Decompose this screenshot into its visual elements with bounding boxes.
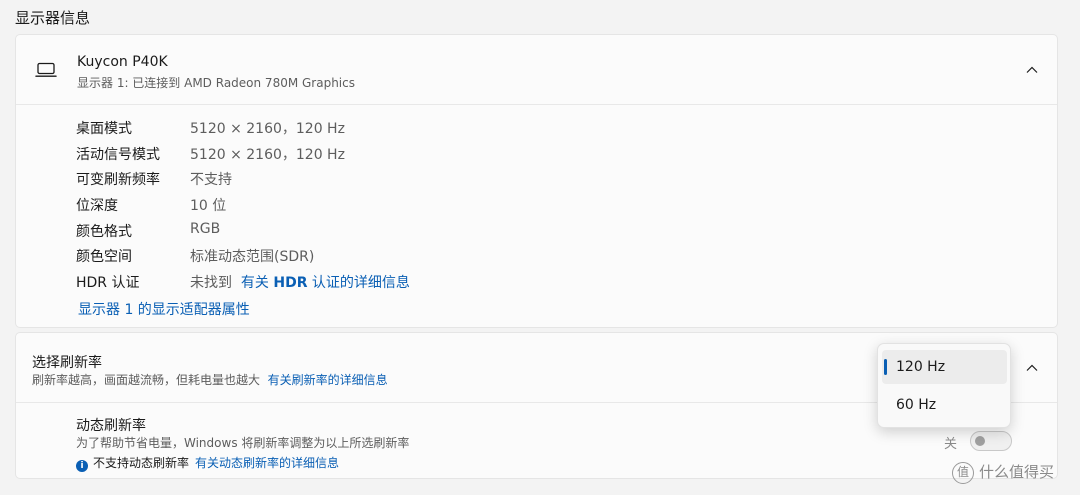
watermark-logo-icon: 值 [952, 461, 974, 484]
info-key: 桌面模式 [76, 121, 132, 137]
monitor-connection: 显示器 1: 已连接到 AMD Radeon 780M Graphics [77, 76, 355, 90]
watermark: 值什么值得买 [952, 461, 1054, 484]
info-key: 位深度 [76, 198, 118, 214]
info-value: 5120 × 2160，120 Hz [190, 147, 345, 163]
hdr-details-link[interactable]: 有关 HDR 认证的详细信息 [241, 275, 410, 291]
info-value: RGB [190, 221, 221, 237]
info-key: 活动信号模式 [76, 147, 160, 163]
refresh-rate-desc: 刷新率越高，画面越流畅，但耗电量也越大 [32, 373, 261, 387]
chevron-up-icon[interactable] [1025, 361, 1039, 375]
laptop-icon [35, 62, 57, 77]
chevron-up-icon[interactable] [1025, 63, 1039, 77]
info-key: 颜色空间 [76, 249, 132, 265]
monitor-name: Kuycon P40K [77, 54, 168, 70]
hdr-link-prefix: 有关 [240, 275, 274, 291]
refresh-option-120hz[interactable]: 120 Hz [882, 350, 1007, 384]
info-value: 不支持 [190, 172, 232, 188]
hdr-status: 未找到 [190, 275, 232, 291]
info-value: 5120 × 2160，120 Hz [190, 121, 345, 137]
dynamic-refresh-toggle[interactable] [970, 431, 1012, 451]
dynamic-refresh-title: 动态刷新率 [76, 418, 146, 434]
info-value: 10 位 [190, 198, 227, 214]
adapter-properties-link[interactable]: 显示器 1 的显示适配器属性 [78, 299, 250, 319]
refresh-rate-dropdown: 120 Hz 60 Hz [877, 343, 1011, 428]
info-key: 可变刷新频率 [76, 172, 160, 188]
section-title: 显示器信息 [15, 9, 91, 27]
dynamic-refresh-subtitle: 为了帮助节省电量，Windows 将刷新率调整为以上所选刷新率 [76, 436, 410, 450]
info-key: HDR 认证 [76, 275, 140, 291]
hdr-link-bold: HDR [273, 275, 308, 291]
toggle-state-label: 关 [944, 437, 958, 452]
dynamic-refresh-note: i 不支持动态刷新率 有关动态刷新率的详细信息 [76, 454, 339, 472]
info-icon: i [76, 460, 88, 472]
dynamic-refresh-warning: 不支持动态刷新率 [93, 456, 190, 470]
dynamic-refresh-details-link[interactable]: 有关动态刷新率的详细信息 [195, 456, 339, 470]
refresh-rate-subtitle: 刷新率越高，画面越流畅，但耗电量也越大 有关刷新率的详细信息 [32, 371, 388, 388]
display-info-card: Kuycon P40K 显示器 1: 已连接到 AMD Radeon 780M … [15, 34, 1058, 328]
watermark-text: 什么值得买 [979, 463, 1055, 481]
info-value: 未找到 有关 HDR 认证的详细信息 [190, 272, 410, 292]
info-key: 颜色格式 [76, 224, 132, 240]
display-info-header[interactable]: Kuycon P40K 显示器 1: 已连接到 AMD Radeon 780M … [16, 35, 1057, 105]
info-value: 标准动态范围(SDR) [190, 249, 315, 265]
hdr-link-suffix: 认证的详细信息 [307, 275, 410, 291]
refresh-option-60hz[interactable]: 60 Hz [882, 388, 1007, 422]
toggle-knob [975, 436, 985, 446]
refresh-rate-details-link[interactable]: 有关刷新率的详细信息 [268, 373, 388, 387]
refresh-rate-title: 选择刷新率 [32, 355, 102, 371]
